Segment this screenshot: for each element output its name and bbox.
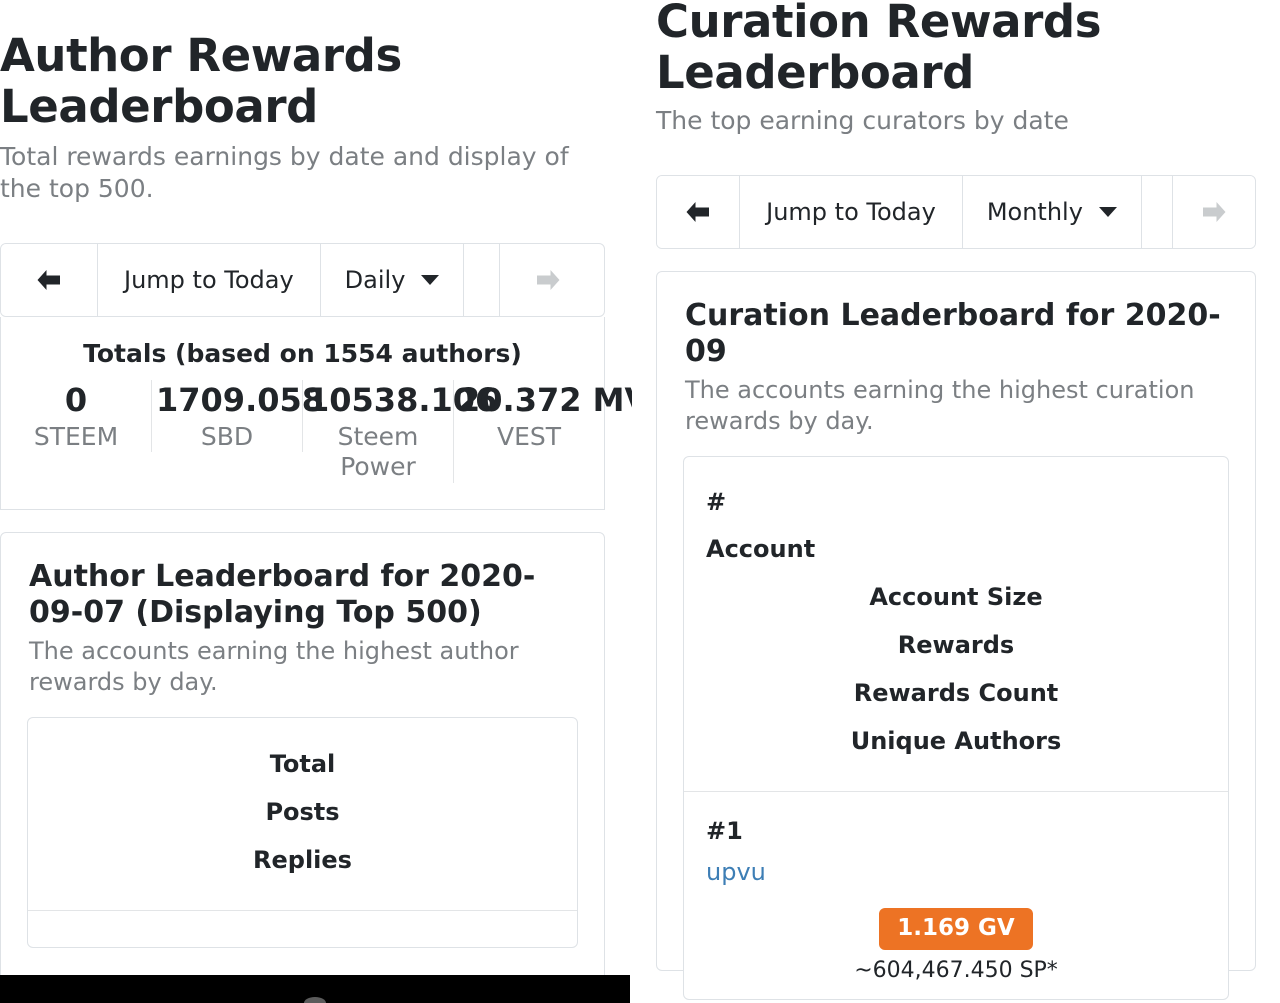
- total-sbd-label: SBD: [200, 421, 254, 451]
- column-header-unique-authors[interactable]: Unique Authors: [706, 717, 1206, 765]
- jump-to-today-button[interactable]: Jump to Today: [98, 243, 321, 316]
- column-header-account[interactable]: Account: [706, 526, 1206, 573]
- period-select-daily[interactable]: Daily: [320, 243, 465, 316]
- author-leaderboard-subtitle: The accounts earning the highest author …: [29, 636, 519, 696]
- curation-rewards-panel: Curation Rewards Leaderboard The top ear…: [632, 0, 1280, 1003]
- total-steem-power-value: 10538.106: [307, 380, 498, 419]
- curation-table-header: # Account Account Size Rewards Rewards C…: [684, 457, 1228, 791]
- black-bar-notch: [304, 997, 326, 1003]
- column-header-replies[interactable]: Replies: [50, 836, 555, 884]
- next-period-button[interactable]: [500, 243, 597, 316]
- page-title-curation: Curation Rewards Leaderboard: [656, 0, 1102, 100]
- author-leaderboard-table: Total Posts Replies: [27, 717, 578, 949]
- curation-date-toolbar: Jump to Today Monthly: [656, 174, 1256, 249]
- page-subtitle-curation: The top earning curators by date: [656, 105, 1069, 135]
- jump-to-today-label: Jump to Today: [124, 265, 294, 294]
- author-leaderboard-header: Author Leaderboard for 2020-09-07 (Displ…: [1, 533, 604, 718]
- author-totals-card: Totals (based on 1554 authors) 0 STEEM 1…: [0, 316, 632, 510]
- total-steem-power-label: Steem Power: [337, 421, 419, 482]
- total-steem-value: 0: [64, 380, 88, 419]
- column-header-account-size[interactable]: Account Size: [706, 573, 1206, 621]
- curation-leaderboard-subtitle: The accounts earning the highest curatio…: [685, 375, 1195, 435]
- previous-period-button[interactable]: [657, 175, 741, 248]
- total-vest-value: 20.372 MV: [458, 380, 632, 419]
- row-account-link[interactable]: upvu: [706, 850, 766, 896]
- arrow-right-icon: [537, 269, 560, 290]
- total-sbd-value: 1709.058: [156, 380, 325, 419]
- column-header-rewards-count[interactable]: Rewards Count: [706, 669, 1206, 717]
- chevron-down-icon: [1098, 206, 1117, 217]
- total-vest-label: VEST: [496, 421, 562, 451]
- column-header-rewards[interactable]: Rewards: [706, 621, 1206, 669]
- author-rewards-panel: Author Rewards Leaderboard Total rewards…: [0, 0, 632, 1003]
- bottom-black-bar: [0, 975, 630, 1003]
- next-period-button[interactable]: [1172, 175, 1255, 248]
- total-steem: 0 STEEM: [1, 379, 152, 453]
- column-header-posts[interactable]: Posts: [50, 788, 555, 836]
- author-date-toolbar: Jump to Today Daily: [0, 242, 605, 317]
- arrow-left-icon: [37, 269, 60, 290]
- page-subtitle-author: Total rewards earnings by date and displ…: [0, 141, 569, 203]
- column-header-rank[interactable]: #: [706, 479, 1206, 526]
- previous-period-button[interactable]: [1, 243, 98, 316]
- status-badge: 1.169 GV: [879, 907, 1033, 951]
- arrow-right-icon: [1202, 201, 1226, 222]
- author-leaderboard-title: Author Leaderboard for 2020-09-07 (Displ…: [29, 558, 536, 631]
- total-steem-label: STEEM: [33, 421, 119, 451]
- row-rank: #1: [706, 816, 743, 845]
- total-vest: 20.372 MV VEST: [454, 380, 632, 453]
- row-rewards-badge-wrap: 1.169 GV: [706, 896, 1206, 951]
- totals-row: 0 STEEM 1709.058 SBD 10538.106 Steem Pow…: [1, 376, 632, 509]
- arrow-left-icon: [686, 201, 710, 222]
- curation-leaderboard-header: Curation Leaderboard for 2020-09 The acc…: [657, 272, 1255, 457]
- table-row[interactable]: #1 upvu 1.169 GV ~604,467.450 SP*: [684, 790, 1228, 999]
- jump-to-today-label: Jump to Today: [766, 197, 936, 226]
- chevron-down-icon: [421, 274, 440, 285]
- curation-leaderboard-title: Curation Leaderboard for 2020-09: [685, 297, 1221, 370]
- period-select-monthly[interactable]: Monthly: [962, 175, 1142, 248]
- total-steem-power: 10538.106 Steem Power: [303, 379, 498, 483]
- column-header-total[interactable]: Total: [50, 740, 555, 788]
- author-table-header: Total Posts Replies: [28, 718, 577, 910]
- row-account-size: ~604,467.450 SP*: [854, 958, 1058, 984]
- toolbar-spacer-segment: [464, 243, 501, 316]
- period-select-value: Monthly: [986, 197, 1083, 226]
- toolbar-spacer-segment: [1141, 175, 1173, 248]
- table-row[interactable]: [28, 910, 577, 947]
- author-leaderboard-card: Author Leaderboard for 2020-09-07 (Displ…: [0, 531, 605, 1003]
- total-sbd: 1709.058 SBD: [152, 379, 325, 453]
- curation-leaderboard-card: Curation Leaderboard for 2020-09 The acc…: [656, 270, 1256, 1001]
- curation-leaderboard-table: # Account Account Size Rewards Rewards C…: [683, 456, 1229, 1001]
- totals-title: Totals (based on 1554 authors): [83, 338, 522, 368]
- app-viewport: Author Rewards Leaderboard Total rewards…: [0, 0, 1280, 1003]
- jump-to-today-button[interactable]: Jump to Today: [740, 175, 963, 248]
- page-title-author: Author Rewards Leaderboard: [0, 29, 402, 134]
- period-select-value: Daily: [344, 265, 406, 294]
